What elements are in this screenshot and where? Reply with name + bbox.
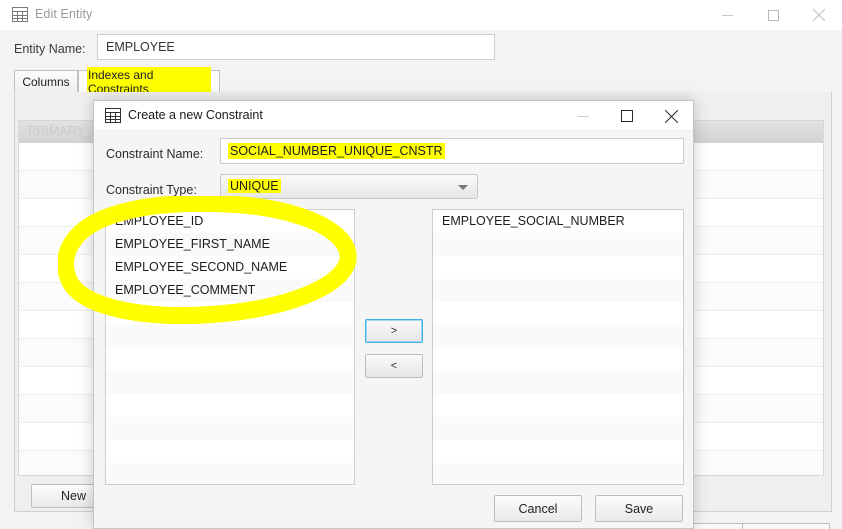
close-icon[interactable] [796, 0, 842, 30]
table-grid-icon [105, 108, 121, 123]
list-item-empty [433, 302, 683, 325]
list-item-empty [106, 394, 354, 417]
list-item-empty [106, 417, 354, 440]
list-item-empty [433, 233, 683, 256]
close-icon[interactable] [649, 101, 693, 131]
create-constraint-dialog: Create a new Constraint Constraint Name:… [93, 100, 694, 529]
maximize-icon[interactable] [605, 101, 649, 131]
list-item-empty [433, 417, 683, 440]
entity-name-label: Entity Name: [14, 42, 86, 56]
dialog-window-controls [561, 101, 693, 131]
tab-indexes-and-constraints[interactable]: Indexes and Constraints [78, 66, 220, 97]
list-item-empty [106, 348, 354, 371]
entity-name-value: EMPLOYEE [106, 40, 175, 54]
dialog-titlebar: Create a new Constraint [94, 101, 693, 131]
maximize-icon[interactable] [750, 0, 796, 30]
remove-column-button[interactable]: < [365, 354, 423, 378]
selected-columns-list[interactable]: EMPLOYEE_SOCIAL_NUMBER [432, 209, 684, 485]
chevron-down-icon [458, 185, 468, 190]
list-item-empty [433, 279, 683, 302]
list-item-empty [106, 371, 354, 394]
list-item-empty [433, 325, 683, 348]
constraint-type-select[interactable]: UNIQUE [220, 174, 478, 199]
list-item[interactable]: EMPLOYEE_FIRST_NAME [106, 233, 354, 256]
edit-entity-titlebar: Edit Entity [0, 0, 842, 31]
list-item-empty [433, 394, 683, 417]
parent-save-button[interactable]: Save [742, 523, 830, 529]
list-item-empty [106, 440, 354, 463]
list-item-empty [433, 463, 683, 484]
list-item[interactable]: EMPLOYEE_COMMENT [106, 279, 354, 302]
minimize-icon[interactable] [704, 0, 750, 30]
constraint-type-label: Constraint Type: [106, 183, 197, 197]
dialog-title: Create a new Constraint [128, 108, 263, 122]
list-item[interactable]: EMPLOYEE_SECOND_NAME [106, 256, 354, 279]
constraint-name-input[interactable]: SOCIAL_NUMBER_UNIQUE_CNSTR [220, 138, 684, 164]
window-controls [704, 0, 842, 30]
tab-columns-label: Columns [22, 74, 70, 89]
list-item-empty [433, 371, 683, 394]
list-item-empty [106, 463, 354, 484]
dialog-save-button[interactable]: Save [595, 495, 683, 522]
dialog-cancel-button[interactable]: Cancel [494, 495, 582, 522]
list-item-empty [433, 440, 683, 463]
list-item-empty [433, 348, 683, 371]
list-item[interactable]: EMPLOYEE_ID [106, 210, 354, 233]
entity-name-input[interactable]: EMPLOYEE [97, 34, 495, 60]
tab-columns[interactable]: Columns [14, 70, 78, 92]
window-title: Edit Entity [35, 7, 93, 21]
add-column-button[interactable]: > [365, 319, 423, 343]
list-item-empty [106, 325, 354, 348]
table-grid-icon [12, 7, 28, 22]
constraint-name-label: Constraint Name: [106, 147, 204, 161]
tabstrip: Columns Indexes and Constraints [14, 66, 832, 97]
constraint-type-value: UNIQUE [228, 179, 281, 193]
screen: Edit Entity Entity Name: EMPLOYEE Column… [0, 0, 842, 529]
list-item[interactable]: EMPLOYEE_SOCIAL_NUMBER [433, 210, 683, 233]
constraint-name-value: SOCIAL_NUMBER_UNIQUE_CNSTR [228, 143, 445, 159]
dialog-body: Constraint Name: SOCIAL_NUMBER_UNIQUE_CN… [94, 131, 693, 529]
minimize-icon[interactable] [561, 101, 605, 131]
available-columns-list[interactable]: EMPLOYEE_ID EMPLOYEE_FIRST_NAME EMPLOYEE… [105, 209, 355, 485]
list-item-empty [106, 302, 354, 325]
list-item-empty [433, 256, 683, 279]
